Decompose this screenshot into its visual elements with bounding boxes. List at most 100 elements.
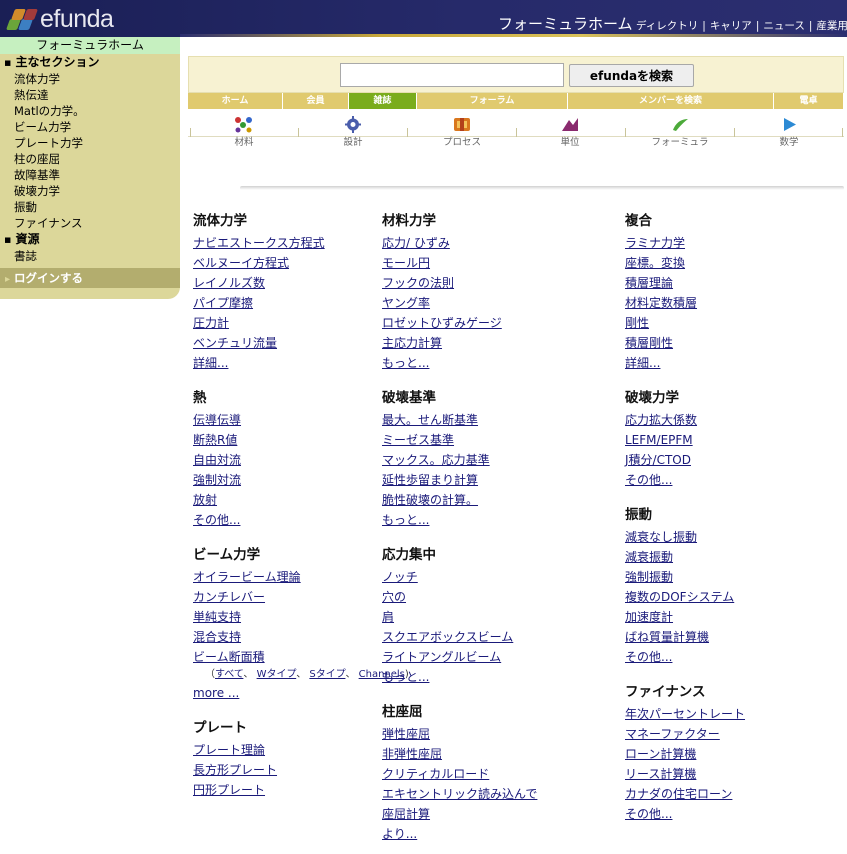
topic-link[interactable]: 肩 <box>382 607 537 627</box>
topic-link[interactable]: カンチレバー <box>193 587 409 607</box>
topic-link[interactable]: 穴の <box>382 587 537 607</box>
section-type-link[interactable]: すべて <box>215 669 243 680</box>
topic-link[interactable]: ベルヌーイ方程式 <box>193 253 409 273</box>
topic-link[interactable]: オイラービーム理論 <box>193 567 409 587</box>
search-input[interactable] <box>340 63 564 87</box>
sidebar-item[interactable]: 柱の座屈 <box>0 151 180 167</box>
topic-link[interactable]: 脆性破壊の計算。 <box>382 490 537 510</box>
topic-link[interactable]: ミーゼス基準 <box>382 430 537 450</box>
topic-link[interactable]: モール円 <box>382 253 537 273</box>
nav-tab[interactable]: 会員 <box>283 93 349 109</box>
topic-link[interactable]: ラミナ力学 <box>625 233 745 253</box>
topic-link[interactable]: ローン計算機 <box>625 744 745 764</box>
topic-link[interactable]: 円形プレート <box>193 780 409 800</box>
topic-link[interactable]: 主応力計算 <box>382 333 537 353</box>
topic-link[interactable]: LEFM/EPFM <box>625 430 745 450</box>
category-math[interactable]: 数学 <box>749 116 829 148</box>
topic-link[interactable]: カナダの住宅ローン <box>625 784 745 804</box>
category-formula[interactable]: フォーミュラ <box>640 116 720 148</box>
topic-link[interactable]: 強制振動 <box>625 567 745 587</box>
category-materials[interactable]: 材料 <box>204 116 284 148</box>
nav-tab[interactable]: ホーム <box>188 93 283 109</box>
sidebar-item[interactable]: Matlの力学。 <box>0 103 180 119</box>
sidebar-item[interactable]: 書誌 <box>0 248 180 264</box>
sidebar-home-link[interactable]: フォーミュラホーム <box>0 37 180 54</box>
topic-link[interactable]: 積層剛性 <box>625 333 745 353</box>
topic-link[interactable]: ばね質量計算機 <box>625 627 745 647</box>
topic-link[interactable]: 強制対流 <box>193 470 409 490</box>
nav-tab[interactable]: メンバーを検索 <box>568 93 774 109</box>
top-link-industry[interactable]: 産業用 <box>816 20 847 32</box>
topic-link[interactable]: もっと... <box>382 510 537 530</box>
topic-link[interactable]: ロゼットひずみゲージ <box>382 313 537 333</box>
topic-link[interactable]: 混合支持 <box>193 627 409 647</box>
category-design[interactable]: 設計 <box>313 116 393 148</box>
topic-link[interactable]: プレート理論 <box>193 740 409 760</box>
topic-link[interactable]: ヤング率 <box>382 293 537 313</box>
topic-link[interactable]: リース計算機 <box>625 764 745 784</box>
topic-link[interactable]: 最大。せん断基準 <box>382 410 537 430</box>
topic-link[interactable]: 長方形プレート <box>193 760 409 780</box>
sidebar-item[interactable]: ファイナンス <box>0 215 180 231</box>
topic-link[interactable]: 応力/ ひずみ <box>382 233 537 253</box>
topic-link[interactable]: 非弾性座屈 <box>382 744 537 764</box>
topic-link[interactable]: パイプ摩擦 <box>193 293 409 313</box>
topic-link[interactable]: その他... <box>625 470 745 490</box>
topic-link[interactable]: マネーファクター <box>625 724 745 744</box>
top-link-career[interactable]: キャリア <box>710 20 752 32</box>
topic-link[interactable]: レイノルズ数 <box>193 273 409 293</box>
section-type-link[interactable]: Sタイプ <box>309 669 345 680</box>
topic-link[interactable]: ビーム断面積 <box>193 647 409 667</box>
login-button[interactable]: ログインする <box>0 268 180 288</box>
nav-tab[interactable]: 電卓 <box>774 93 844 109</box>
topic-link[interactable]: クリティカルロード <box>382 764 537 784</box>
sidebar-item[interactable]: 流体力学 <box>0 71 180 87</box>
category-units[interactable]: 単位 <box>530 116 610 148</box>
topic-link[interactable]: 伝導伝導 <box>193 410 409 430</box>
topic-link[interactable]: 座屈計算 <box>382 804 537 824</box>
sidebar-item[interactable]: 振動 <box>0 199 180 215</box>
topic-link[interactable]: エキセントリック読み込んで <box>382 784 537 804</box>
topic-link[interactable]: 減衰振動 <box>625 547 745 567</box>
search-button[interactable]: efundaを検索 <box>569 64 694 87</box>
topic-link[interactable]: 材料定数積層 <box>625 293 745 313</box>
topic-link[interactable]: フックの法則 <box>382 273 537 293</box>
efunda-logo[interactable]: efunda <box>5 5 114 34</box>
nav-tab[interactable]: フォーラム <box>417 93 568 109</box>
category-process[interactable]: プロセス <box>422 116 502 148</box>
topic-link[interactable]: 剛性 <box>625 313 745 333</box>
top-link-news[interactable]: ニュース <box>763 20 804 32</box>
sidebar-item[interactable]: ビーム力学 <box>0 119 180 135</box>
topic-link[interactable]: 詳細... <box>193 353 409 373</box>
sidebar-item[interactable]: 故障基準 <box>0 167 180 183</box>
sidebar-item[interactable]: 熱伝達 <box>0 87 180 103</box>
topic-link[interactable]: その他... <box>193 510 409 530</box>
topic-link[interactable]: もっと... <box>382 667 537 687</box>
topic-link[interactable]: 放射 <box>193 490 409 510</box>
topic-link[interactable]: 複数のDOFシステム <box>625 587 745 607</box>
topic-link[interactable]: ベンチュリ流量 <box>193 333 409 353</box>
sidebar-item[interactable]: プレート力学 <box>0 135 180 151</box>
nav-tab[interactable]: 雑誌 <box>349 93 417 109</box>
topic-link[interactable]: 詳細... <box>625 353 745 373</box>
topic-link[interactable]: その他... <box>625 647 745 667</box>
top-link-directory[interactable]: ディレクトリ <box>636 20 698 32</box>
topic-link[interactable]: 圧力計 <box>193 313 409 333</box>
topic-link[interactable]: 単純支持 <box>193 607 409 627</box>
topic-link[interactable]: 積層理論 <box>625 273 745 293</box>
topic-link[interactable]: ナビエストークス方程式 <box>193 233 409 253</box>
topic-link[interactable]: 断熱R値 <box>193 430 409 450</box>
topic-link[interactable]: より... <box>382 824 537 844</box>
topic-link[interactable]: J積分/CTOD <box>625 450 745 470</box>
topic-link[interactable]: ノッチ <box>382 567 537 587</box>
topic-link[interactable]: その他... <box>625 804 745 824</box>
topic-link[interactable]: スクエアボックスビーム <box>382 627 537 647</box>
more-link[interactable]: more ... <box>193 683 409 703</box>
section-type-link[interactable]: Wタイプ <box>257 669 297 680</box>
topic-link[interactable]: 自由対流 <box>193 450 409 470</box>
topic-link[interactable]: 応力拡大係数 <box>625 410 745 430</box>
topic-link[interactable]: 減衰なし振動 <box>625 527 745 547</box>
topic-link[interactable]: もっと... <box>382 353 537 373</box>
topic-link[interactable]: 延性歩留まり計算 <box>382 470 537 490</box>
topic-link[interactable]: 加速度計 <box>625 607 745 627</box>
